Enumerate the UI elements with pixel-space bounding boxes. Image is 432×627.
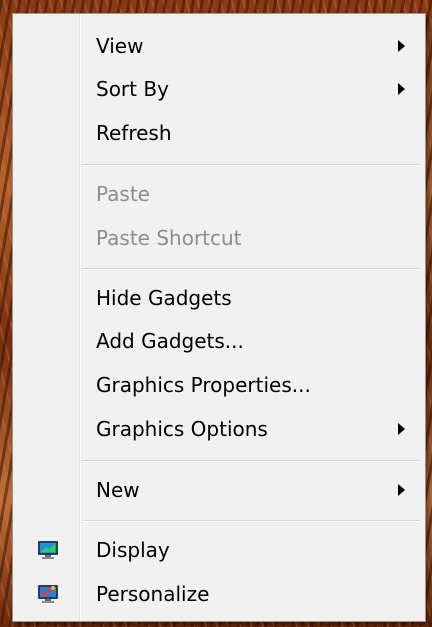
desktop-context-menu: View Sort By Refresh Paste Paste Shortcu… [12, 13, 426, 622]
menu-item-personalize-label: Personalize [96, 582, 210, 606]
menu-item-paste-shortcut: Paste Shortcut [15, 218, 423, 258]
menu-item-graphics-properties[interactable]: Graphics Properties... [15, 365, 423, 405]
submenu-arrow-icon [398, 83, 405, 95]
menu-item-display[interactable]: Display [15, 530, 423, 570]
submenu-arrow-icon [398, 484, 405, 496]
personalize-monitor-icon [37, 583, 59, 605]
menu-item-graphics-options[interactable]: Graphics Options [15, 409, 423, 449]
menu-separator [82, 460, 421, 462]
menu-item-hide-gadgets-label: Hide Gadgets [96, 286, 232, 310]
menu-item-sort-by-label: Sort By [96, 77, 169, 101]
menu-item-graphics-properties-label: Graphics Properties... [96, 373, 311, 397]
menu-item-add-gadgets[interactable]: Add Gadgets... [15, 321, 423, 361]
submenu-arrow-icon [398, 40, 405, 52]
menu-separator [82, 520, 421, 522]
menu-item-paste-label: Paste [96, 182, 150, 206]
menu-item-add-gadgets-label: Add Gadgets... [96, 329, 244, 353]
display-monitor-icon [37, 539, 59, 561]
menu-item-display-label: Display [96, 538, 170, 562]
menu-item-new[interactable]: New [15, 470, 423, 510]
menu-item-new-label: New [96, 478, 140, 502]
menu-item-personalize[interactable]: Personalize [15, 574, 423, 614]
menu-item-hide-gadgets[interactable]: Hide Gadgets [15, 278, 423, 318]
menu-item-view-label: View [96, 34, 144, 58]
menu-item-view[interactable]: View [15, 26, 423, 66]
menu-item-paste: Paste [15, 174, 423, 214]
submenu-arrow-icon [398, 423, 405, 435]
menu-item-refresh-label: Refresh [96, 121, 172, 145]
menu-separator [82, 164, 421, 166]
menu-item-paste-shortcut-label: Paste Shortcut [96, 226, 242, 250]
menu-separator [82, 268, 421, 270]
menu-item-refresh[interactable]: Refresh [15, 113, 423, 153]
menu-item-sort-by[interactable]: Sort By [15, 69, 423, 109]
menu-item-graphics-options-label: Graphics Options [96, 417, 268, 441]
